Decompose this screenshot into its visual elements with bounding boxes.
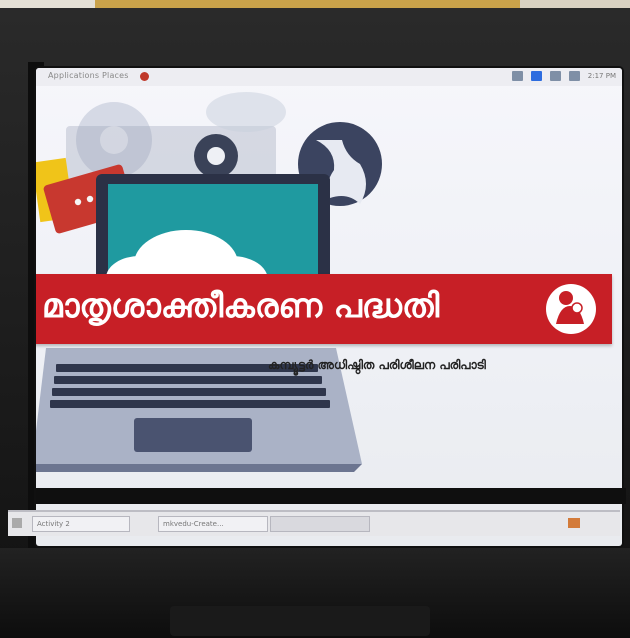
mother-child-icon [546, 284, 596, 334]
wall-patch-right [520, 0, 630, 8]
title-banner: മാതൃശാക്തീകരണ പദ്ധതി [36, 274, 612, 344]
screen-frame-bottom [36, 488, 626, 504]
taskbar-item[interactable] [270, 516, 370, 532]
cloud-shape [206, 92, 286, 132]
desktop-taskbar: Activity 2 mkvedu-Create... [8, 510, 620, 536]
room-floor [0, 548, 630, 638]
taskbar-item[interactable]: Activity 2 [32, 516, 130, 532]
room-top [0, 0, 630, 8]
desktop-icon[interactable] [12, 518, 22, 528]
slide-title: മാതൃശാക്തീകരണ പദ്ധതി [42, 286, 440, 325]
projection-screen: Applications Places 2:17 PM മാതൃശാക്തീകര… [36, 68, 622, 546]
taskbar-item[interactable]: mkvedu-Create... [158, 516, 268, 532]
bench-shape [170, 606, 430, 636]
touchpad [134, 418, 252, 452]
gear-dark-icon [194, 134, 238, 178]
slide-subtitle: കമ്പ്യൂട്ടർ അധിഷ്ഠിത പരിശീലന പരിപാടി [268, 358, 486, 372]
wall-patch [0, 0, 95, 8]
tray-icon[interactable] [568, 518, 580, 528]
